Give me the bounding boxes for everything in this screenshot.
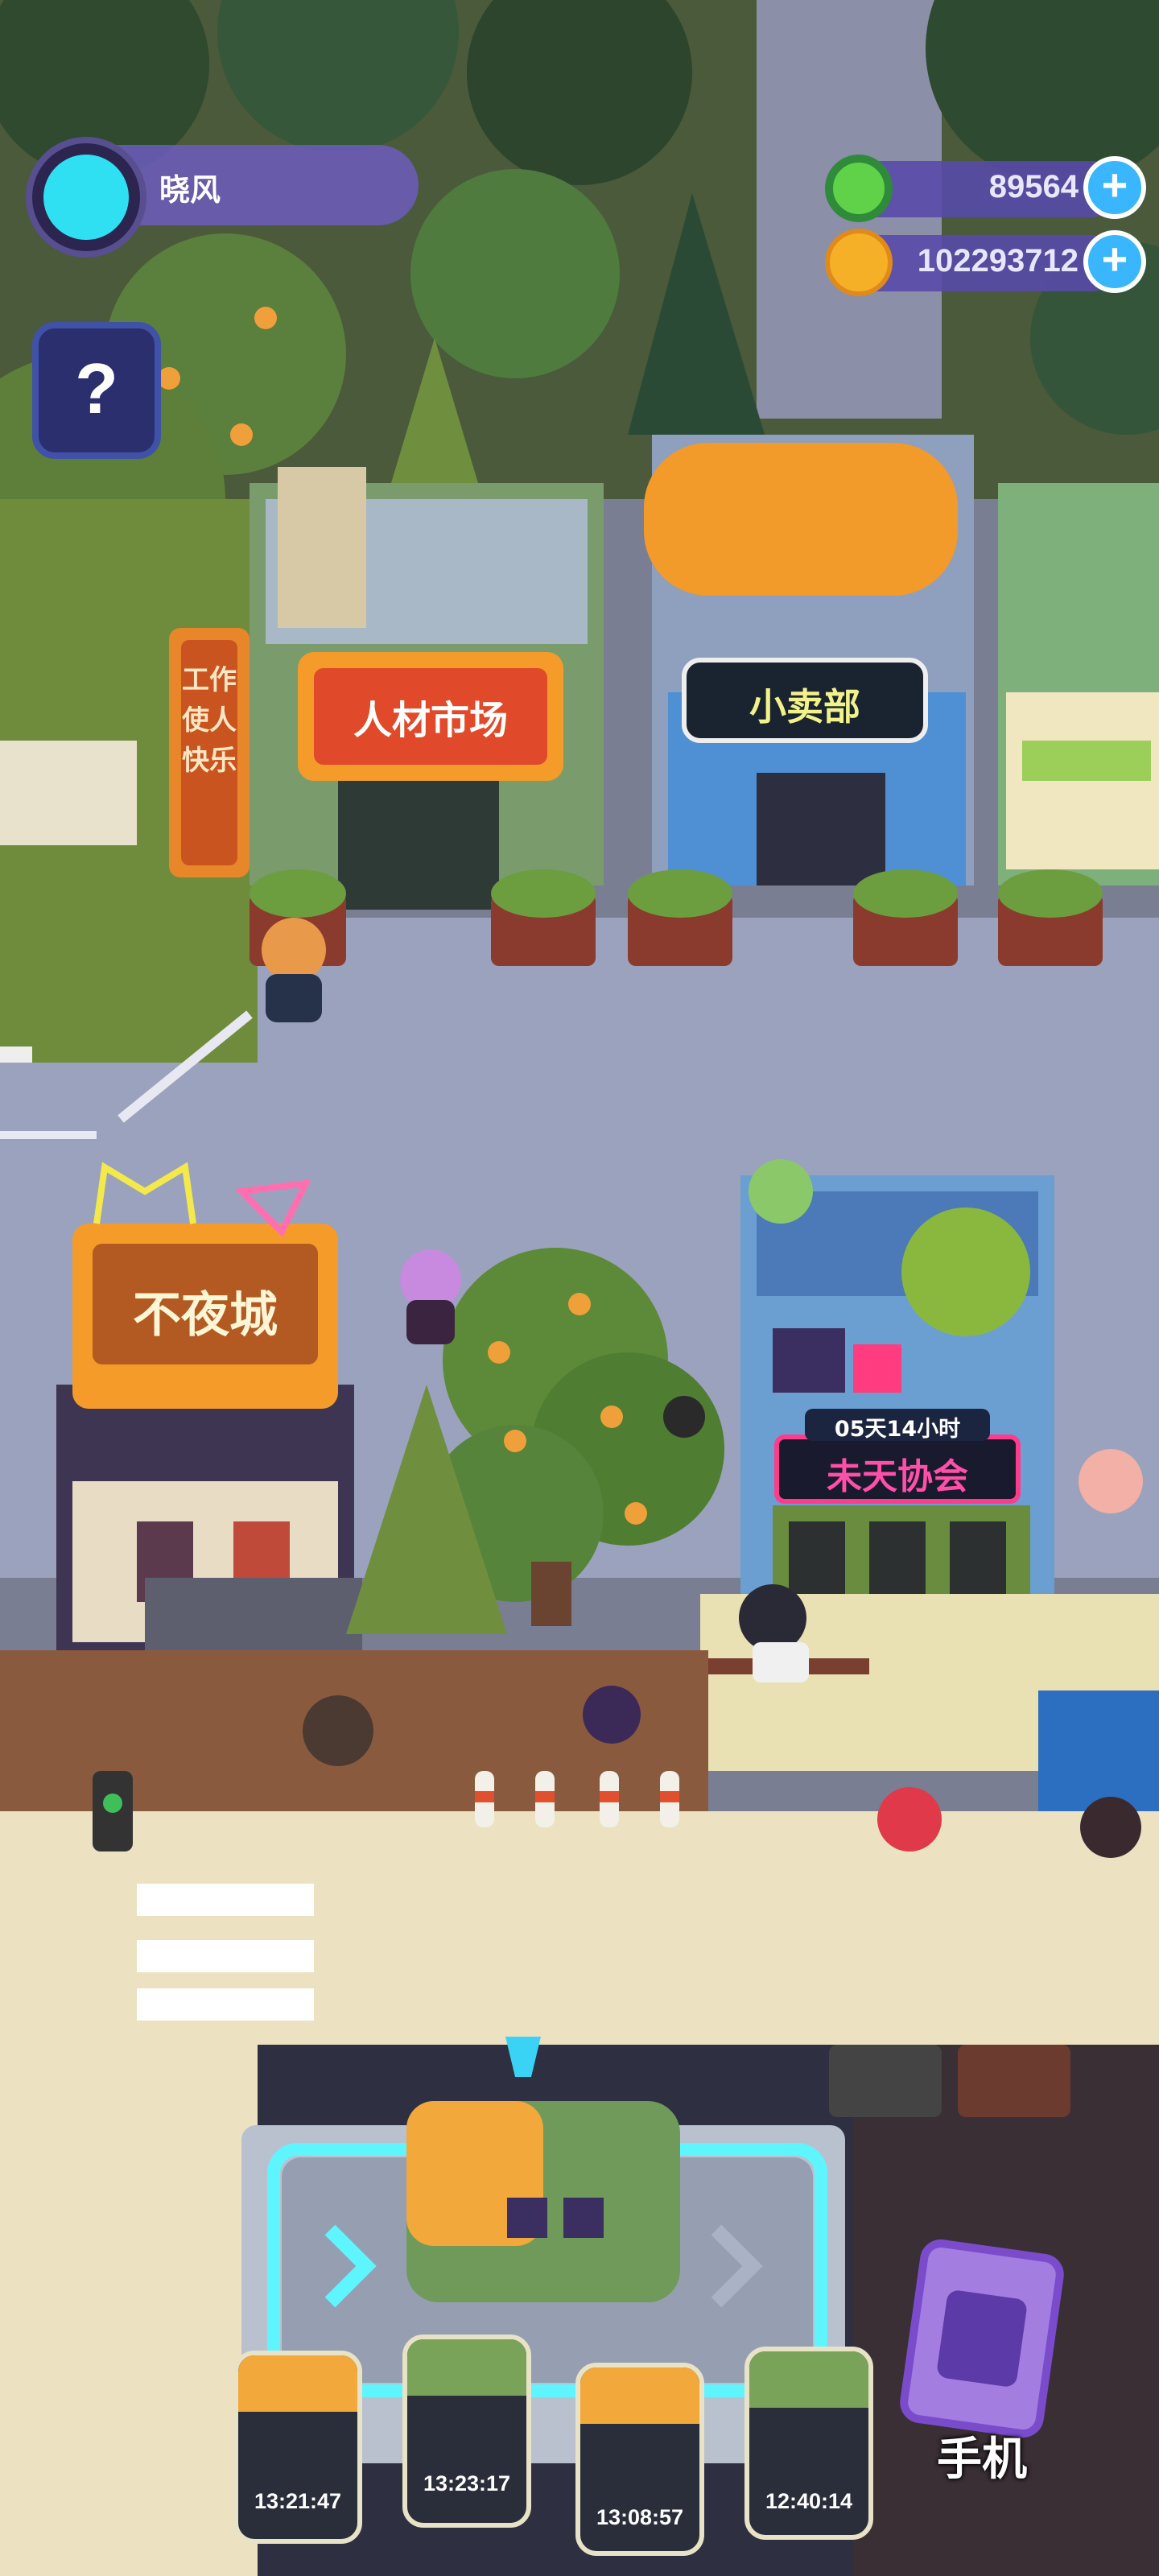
add-planet-coin-button[interactable]: + [1083, 230, 1146, 293]
chevron-right-icon-faded [711, 2224, 763, 2308]
player-name: 晓风 [159, 174, 221, 208]
bulletin-board [0, 741, 137, 845]
right-shop-building [998, 483, 1159, 886]
vehicle-slot-timer: 13:08:57 [596, 2505, 684, 2529]
vehicle-slot-timer: 12:40:14 [765, 2489, 853, 2513]
help-button[interactable]: ? [32, 322, 161, 459]
association-timer: 05天14小时 [834, 1417, 961, 1442]
donut-coin-icon [825, 155, 893, 222]
planet-coin-value: 102293712 [917, 243, 1079, 279]
question-mark-icon: ? [75, 349, 118, 428]
add-donut-coin-button[interactable]: + [1083, 156, 1146, 219]
kiosk-building[interactable] [644, 435, 974, 886]
association-sign: 未天协会 [827, 1456, 968, 1497]
vehicle-slot-2[interactable] [402, 2334, 531, 2528]
talent-market-sign: 人材市场 [353, 698, 508, 743]
vehicle-slot-1[interactable] [233, 2351, 362, 2544]
donut-coin-value: 89564 [988, 169, 1079, 204]
phone-button[interactable]: 手机 [885, 2236, 1079, 2487]
kiosk-sign: 小卖部 [749, 685, 860, 729]
vertical-banner-text: 工作使人快乐 [182, 664, 237, 777]
vehicle-slot-timer: 13:23:17 [423, 2471, 511, 2496]
phone-button-label: 手机 [937, 2434, 1027, 2486]
chevron-right-icon [324, 2224, 377, 2308]
nightless-city-building[interactable] [56, 1162, 362, 1699]
cat-face-icon [43, 155, 129, 240]
nightless-city-sign: 不夜城 [133, 1287, 278, 1344]
vehicle-slot-timer: 13:21:47 [254, 2489, 342, 2513]
